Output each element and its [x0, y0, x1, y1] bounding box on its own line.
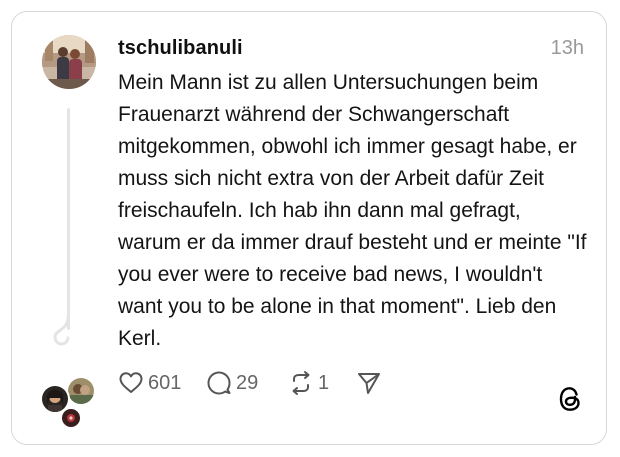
send-icon: [358, 373, 380, 394]
repost-count: 1: [318, 371, 330, 394]
reply-count: 29: [236, 371, 259, 394]
like-count: 601: [148, 371, 182, 394]
repost-icon: [292, 371, 310, 395]
thread-curl-icon: [53, 316, 70, 346]
comment-bubble-icon: [207, 371, 231, 395]
post-body-text: Mein Mann ist zu allen Untersuchungen be…: [118, 71, 587, 350]
reply-avatar: [60, 407, 82, 429]
like-button[interactable]: 601: [118, 370, 181, 396]
thread-line: [67, 108, 70, 330]
author-username[interactable]: tschulibanuli: [118, 37, 243, 60]
heart-icon: [119, 372, 143, 393]
repost-button[interactable]: 1: [288, 370, 329, 396]
reply-button[interactable]: 29: [206, 370, 258, 396]
author-avatar[interactable]: [42, 35, 96, 89]
threads-logo-icon[interactable]: [557, 385, 583, 413]
post-timestamp[interactable]: 13h: [551, 37, 584, 60]
reply-avatar: [66, 376, 96, 406]
share-button[interactable]: [356, 370, 382, 396]
